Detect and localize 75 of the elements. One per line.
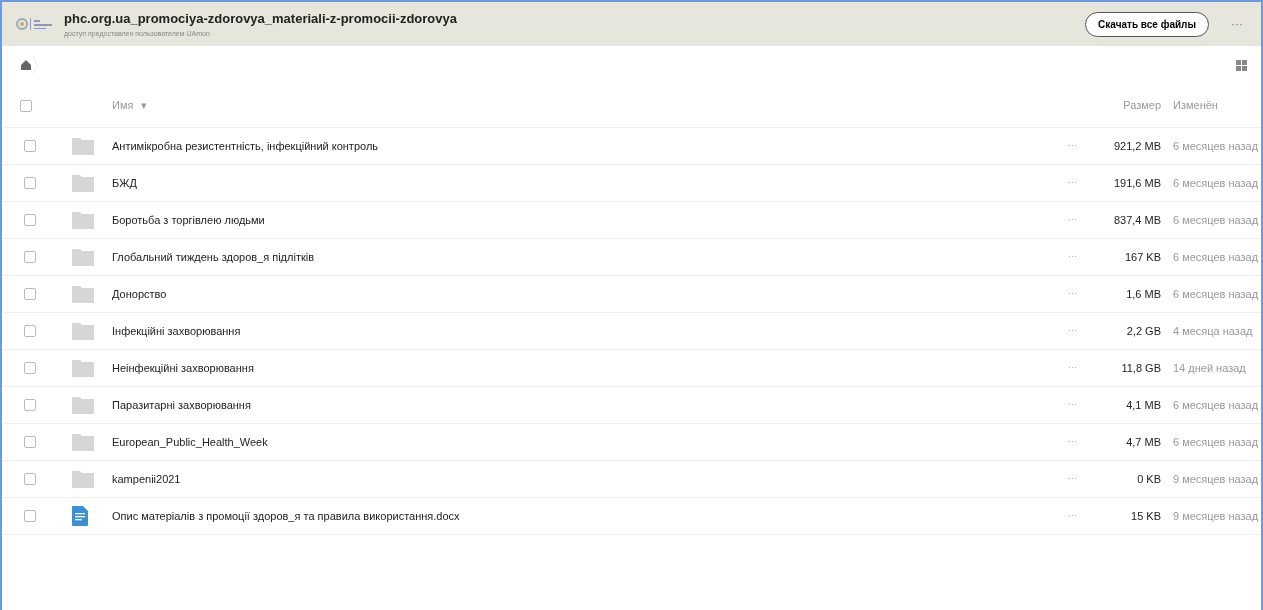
row-menu-button[interactable]: ··· [1062, 397, 1083, 413]
row-menu-button[interactable]: ··· [1062, 360, 1083, 376]
row-checkbox[interactable] [24, 251, 36, 263]
row-menu-button[interactable]: ··· [1062, 508, 1083, 524]
folder-name[interactable]: Боротьба з торгівлею людьми [112, 213, 265, 226]
folder-name[interactable]: Антимікробна резистентність, інфекційний контроль [112, 139, 379, 152]
row-menu-button[interactable]: ··· [1062, 212, 1083, 228]
file-size: 2,2 GB [1125, 323, 1161, 339]
file-size: 921,2 MB [1112, 138, 1161, 154]
folder-name[interactable]: Паразитарні захворювання [112, 398, 251, 411]
folder-icon [72, 359, 94, 377]
file-size: 15 KB [1130, 508, 1161, 524]
folder-icon [72, 322, 94, 340]
folder-name[interactable]: Донорство [112, 287, 167, 300]
row-menu-button[interactable]: ··· [1062, 249, 1083, 265]
name-column-header[interactable]: Имя [112, 97, 134, 114]
folder-name[interactable]: kampenii2021 [112, 472, 181, 485]
file-size: 191,6 MB [1112, 175, 1161, 191]
modified-date: 6 месяцев назад [1172, 286, 1260, 302]
modified-date: 6 месяцев назад [1172, 212, 1260, 228]
row-checkbox[interactable] [24, 473, 36, 485]
folder-icon [72, 470, 94, 488]
folder-name[interactable]: European_Public_Health_Week [112, 435, 268, 448]
file-name[interactable]: Опис матеріалів з промоції здоров_я та правила використання.docx [112, 509, 460, 522]
download-all-button[interactable]: Скачать все файлы [1085, 11, 1209, 37]
folder-icon [72, 285, 94, 303]
file-size: 4,1 MB [1125, 397, 1161, 413]
row-menu-button[interactable]: ··· [1062, 138, 1083, 154]
folder-icon [72, 433, 94, 451]
row-checkbox[interactable] [24, 140, 36, 152]
file-size: 837,4 MB [1112, 212, 1161, 228]
row-menu-button[interactable]: ··· [1062, 286, 1083, 302]
sort-icon: ▾ [141, 97, 148, 114]
file-size: 4,7 MB [1125, 434, 1161, 450]
row-checkbox[interactable] [24, 325, 36, 337]
folder-name[interactable]: Неінфекційні захворювання [112, 361, 254, 374]
modified-date: 4 месяца назад [1172, 323, 1254, 339]
modified-date: 6 месяцев назад [1172, 397, 1260, 413]
row-checkbox[interactable] [24, 510, 36, 522]
share-title: phc.org.ua_promociya-zdorovya_materiali-z-promocii-zdorovya [64, 10, 458, 28]
modified-date: 6 месяцев назад [1172, 249, 1260, 265]
folder-icon [72, 211, 94, 229]
document-icon [72, 506, 88, 526]
row-checkbox[interactable] [24, 177, 36, 189]
row-checkbox[interactable] [24, 288, 36, 300]
file-size: 167 KB [1123, 249, 1161, 265]
file-size: 1,6 MB [1125, 286, 1161, 302]
folder-icon [72, 137, 94, 155]
modified-date: 9 месяцев назад [1172, 471, 1260, 487]
file-size: 11,8 GB [1120, 360, 1161, 376]
row-menu-button[interactable]: ··· [1062, 175, 1083, 191]
select-all-checkbox[interactable] [20, 99, 32, 112]
folder-icon [72, 248, 94, 266]
row-menu-button[interactable]: ··· [1062, 323, 1083, 339]
modified-date: 6 месяцев назад [1172, 175, 1260, 191]
modified-date: 9 месяцев назад [1172, 508, 1260, 524]
grid-view-icon[interactable] [1236, 59, 1247, 71]
row-checkbox[interactable] [24, 214, 36, 226]
row-checkbox[interactable] [24, 436, 36, 448]
modified-column-header[interactable]: Изменён [1161, 97, 1261, 114]
file-size: 0 KB [1136, 471, 1161, 487]
folder-icon [72, 174, 94, 192]
row-menu-button[interactable]: ··· [1062, 434, 1083, 450]
row-menu-button[interactable]: ··· [1062, 471, 1083, 487]
folder-name[interactable]: БЖД [112, 176, 137, 189]
modified-date: 6 месяцев назад [1172, 138, 1260, 154]
modified-date: 6 месяцев назад [1172, 434, 1260, 450]
menu-button[interactable]: ··· [1225, 14, 1249, 34]
folder-name[interactable]: Інфекційні захворювання [112, 324, 241, 337]
modified-date: 14 дней назад [1172, 360, 1247, 376]
row-checkbox[interactable] [24, 399, 36, 411]
folder-name[interactable]: Глобальний тиждень здоров_я підлітків [112, 250, 315, 263]
folder-icon [72, 396, 94, 414]
row-checkbox[interactable] [24, 362, 36, 374]
size-column-header[interactable]: Размер [1083, 97, 1161, 114]
